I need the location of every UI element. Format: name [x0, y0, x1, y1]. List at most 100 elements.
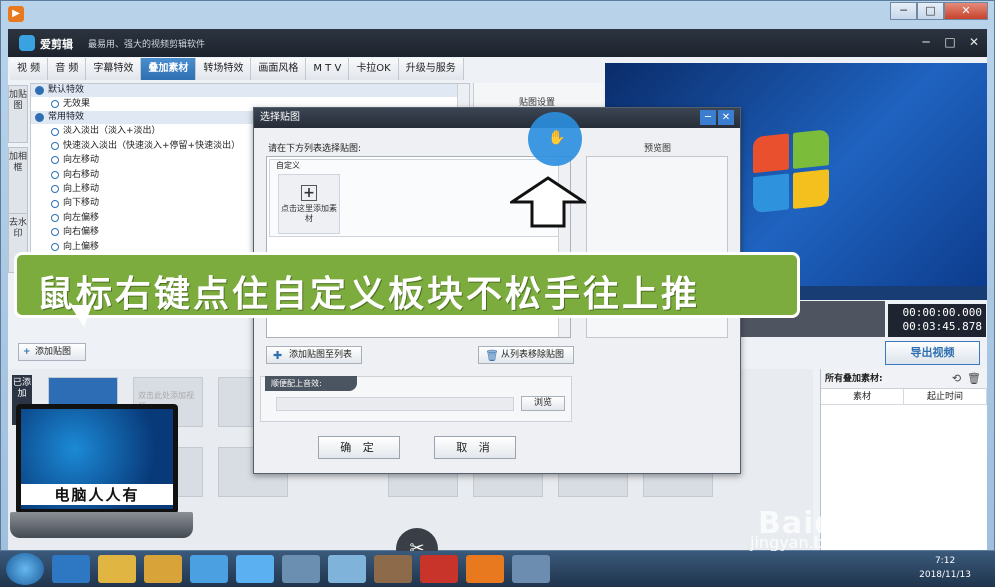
back-icon[interactable]: ⟲	[952, 372, 961, 385]
app-icon-3[interactable]	[328, 555, 366, 583]
radio-icon	[51, 141, 59, 150]
dialog-controls: ─ ✕	[700, 110, 734, 125]
cursor-highlight: ✋	[528, 112, 582, 166]
app-name: 爱剪辑	[40, 38, 73, 51]
tab-karaoke[interactable]: 卡拉OK	[349, 58, 399, 80]
dialog-minimize-button[interactable]: ─	[700, 110, 716, 125]
app-minimize-button[interactable]: ─	[919, 35, 933, 49]
tab-picture-style[interactable]: 画面风格	[251, 58, 307, 80]
tab-transition-effects[interactable]: 转场特效	[196, 58, 252, 80]
app-close-button[interactable]: ✕	[967, 35, 981, 49]
paint-icon[interactable]	[282, 555, 320, 583]
total-time: 00:03:45.878	[902, 320, 982, 333]
preview-label: 预览图	[644, 144, 672, 154]
up-arrow-icon	[510, 176, 586, 228]
clock-time: 7:12	[934, 556, 956, 566]
time-display: 00:00:00.000 00:03:45.878	[888, 304, 986, 337]
outer-titlebar: ▶ ─ □ ✕	[1, 1, 994, 29]
radio-icon	[51, 100, 59, 109]
radio-icon	[51, 242, 59, 251]
app-icon-1[interactable]	[190, 555, 228, 583]
effect-item-label: 无效果	[63, 99, 91, 109]
sound-effect-label: 顺便配上音效:	[265, 376, 357, 391]
app-icon-2[interactable]	[236, 555, 274, 583]
dialog-close-button[interactable]: ✕	[718, 110, 734, 125]
radio-icon	[51, 185, 59, 194]
remove-from-list-button[interactable]: 🗑 从列表移除贴图	[478, 346, 574, 364]
chess-icon[interactable]	[420, 555, 458, 583]
taskbar-clock[interactable]: 7:12 2018/11/13	[919, 554, 971, 582]
app-icon-4[interactable]	[512, 555, 550, 583]
baidu-watermark-url: jingyan.baidu.com	[750, 533, 898, 552]
trash-icon[interactable]: 🗑	[967, 372, 981, 385]
sidetab-add-frame[interactable]: 加相框	[8, 147, 28, 219]
banner-text: 鼠标右键点住自定义板块不松手往上推	[37, 274, 701, 315]
laptop-screen: 电脑人人有	[16, 404, 178, 514]
close-button[interactable]: ✕	[944, 2, 988, 20]
sidetab-add-sticker[interactable]: 加贴图	[8, 85, 28, 143]
effect-item-label: 向左移动	[63, 155, 100, 166]
col-material: 素材	[821, 389, 904, 404]
ie-icon[interactable]	[52, 555, 90, 583]
plus-icon: ✚	[273, 349, 283, 362]
radio-icon	[51, 156, 59, 165]
effect-item-label: 向左偏移	[63, 212, 100, 223]
radio-icon	[51, 170, 59, 179]
main-tabs: 视 频 音 频 字幕特效 叠加素材 转场特效 画面风格 M T V 卡拉OK 升…	[10, 58, 464, 80]
effect-item-label: 向右偏移	[63, 227, 100, 238]
tab-video[interactable]: 视 频	[10, 58, 49, 80]
export-video-button[interactable]: 导出视频	[885, 341, 980, 365]
instruction-banner: 鼠标右键点住自定义板块不松手往上推	[14, 252, 800, 318]
app-window-controls: ─ □ ✕	[919, 35, 981, 49]
app-logo	[19, 35, 35, 51]
tab-audio[interactable]: 音 频	[48, 58, 87, 80]
dialog-titlebar: 选择贴图 ─ ✕	[254, 108, 740, 128]
clock-date: 2018/11/13	[919, 570, 971, 580]
material-panel-tools: ⟲ 🗑	[952, 372, 981, 385]
add-to-list-label: 添加贴图至列表	[289, 350, 353, 360]
explorer-icon[interactable]	[144, 555, 182, 583]
tab-overlay-material[interactable]: 叠加素材	[141, 58, 197, 80]
laptop-caption: 电脑人人有	[21, 484, 173, 505]
add-sticker-button[interactable]: 添加贴图	[18, 343, 86, 361]
dialog-title: 选择贴图	[260, 112, 300, 123]
radio-icon	[51, 199, 59, 208]
tab-upgrade-service[interactable]: 升级与服务	[398, 58, 464, 80]
trash-icon: 🗑	[485, 349, 499, 362]
sound-file-input[interactable]	[276, 397, 514, 411]
minimize-button[interactable]: ─	[890, 2, 917, 20]
browse-button[interactable]: 浏览	[521, 396, 565, 411]
start-button[interactable]	[6, 553, 44, 585]
add-material-button[interactable]: + 点击这里添加素材	[278, 174, 340, 234]
app-titlebar: 爱剪辑 最易用、强大的视频剪辑软件 ─ □ ✕	[8, 29, 987, 57]
remove-from-list-label: 从列表移除贴图	[501, 350, 565, 360]
hand-cursor-icon: ✋	[548, 130, 566, 146]
effect-item-label: 向下移动	[63, 198, 100, 209]
effect-item-label: 向上移动	[63, 183, 100, 194]
add-material-label: 点击这里添加素材	[281, 204, 337, 223]
dialog-hint: 请在下方列表选择贴图:	[268, 144, 362, 154]
effect-group-label: 默认特效	[48, 85, 85, 95]
effect-group-default[interactable]: 默认特效	[31, 84, 469, 97]
laptop-logo: 电脑人人有	[10, 404, 193, 544]
effect-item-label: 淡入淡出（淡入+淡出）	[63, 126, 161, 137]
folder-icon[interactable]	[98, 555, 136, 583]
laptop-screen-art: 电脑人人有	[21, 409, 173, 509]
maximize-button[interactable]: □	[917, 2, 944, 20]
col-time: 起止时间	[904, 389, 987, 404]
app-maximize-button[interactable]: □	[943, 35, 957, 49]
tools-icon[interactable]	[374, 555, 412, 583]
add-to-list-button[interactable]: ✚ 添加贴图至列表	[266, 346, 362, 364]
radio-icon	[51, 228, 59, 237]
tab-mtv[interactable]: M T V	[306, 58, 350, 80]
ok-button[interactable]: 确 定	[318, 436, 400, 459]
cancel-button[interactable]: 取 消	[434, 436, 516, 459]
tab-subtitle-effects[interactable]: 字幕特效	[86, 58, 142, 80]
radio-icon	[51, 213, 59, 222]
aijianji-task-icon[interactable]	[466, 555, 504, 583]
app-icon: ▶	[8, 6, 24, 22]
material-table-header: 素材 起止时间	[821, 389, 987, 405]
app-slogan: 最易用、强大的视频剪辑软件	[88, 40, 206, 50]
collapse-icon	[35, 86, 44, 95]
plus-icon: +	[301, 185, 317, 201]
